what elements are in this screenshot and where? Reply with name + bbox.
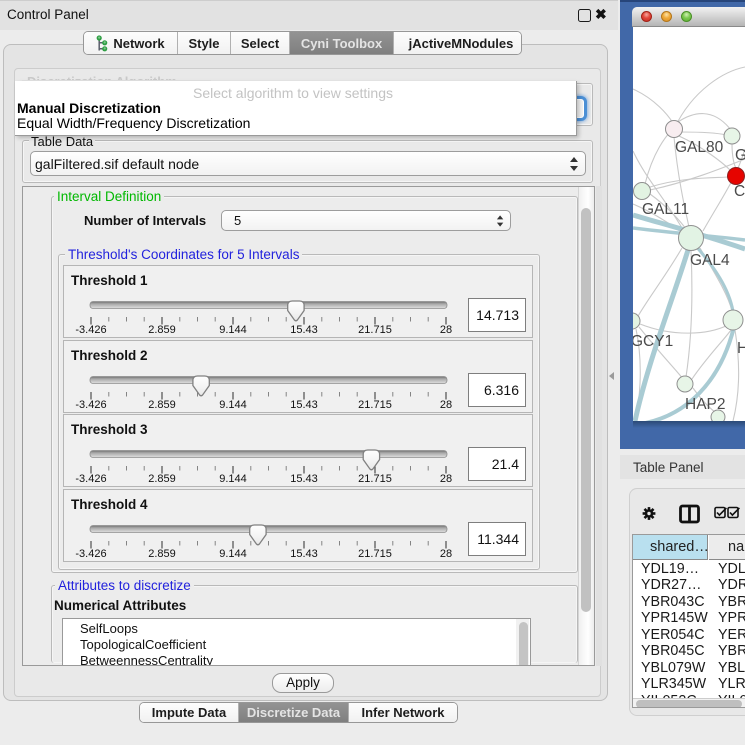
- svg-text:Threshold 3: Threshold 3: [71, 422, 148, 437]
- svg-text:9.144: 9.144: [219, 324, 247, 336]
- svg-text:GA: GA: [735, 147, 745, 164]
- svg-text:-3.426: -3.426: [75, 324, 106, 336]
- svg-text:28: 28: [440, 548, 452, 560]
- svg-text:28: 28: [440, 473, 452, 485]
- svg-text:HAP2: HAP2: [685, 396, 726, 413]
- svg-text:2.859: 2.859: [148, 473, 176, 485]
- svg-text:9.144: 9.144: [219, 548, 247, 560]
- svg-text:21.715: 21.715: [358, 473, 392, 485]
- svg-text:2.859: 2.859: [148, 324, 176, 336]
- svg-text:21.715: 21.715: [358, 324, 392, 336]
- svg-text:Threshold 1: Threshold 1: [71, 273, 148, 288]
- svg-text:15.43: 15.43: [290, 473, 318, 485]
- svg-text:Threshold 4: Threshold 4: [71, 497, 148, 512]
- svg-text:-3.426: -3.426: [75, 548, 106, 560]
- svg-text:15.43: 15.43: [290, 548, 318, 560]
- svg-text:Threshold 2: Threshold 2: [71, 348, 148, 363]
- svg-text:-3.426: -3.426: [75, 399, 106, 411]
- svg-text:21.715: 21.715: [358, 399, 392, 411]
- svg-text:-3.426: -3.426: [75, 473, 106, 485]
- svg-text:2.859: 2.859: [148, 548, 176, 560]
- svg-text:2.859: 2.859: [148, 399, 176, 411]
- svg-text:15.43: 15.43: [290, 324, 318, 336]
- svg-text:GAL11: GAL11: [642, 201, 689, 218]
- svg-text:15.43: 15.43: [290, 399, 318, 411]
- svg-text:28: 28: [440, 399, 452, 411]
- svg-text:GCY1: GCY1: [633, 333, 673, 350]
- svg-text:C: C: [734, 183, 745, 200]
- svg-text:21.715: 21.715: [358, 548, 392, 560]
- svg-text:H: H: [737, 340, 745, 357]
- svg-text:GAL80: GAL80: [675, 139, 724, 156]
- svg-text:GAL4: GAL4: [690, 252, 730, 269]
- svg-text:9.144: 9.144: [219, 399, 247, 411]
- svg-text:9.144: 9.144: [219, 473, 247, 485]
- svg-text:28: 28: [440, 324, 452, 336]
